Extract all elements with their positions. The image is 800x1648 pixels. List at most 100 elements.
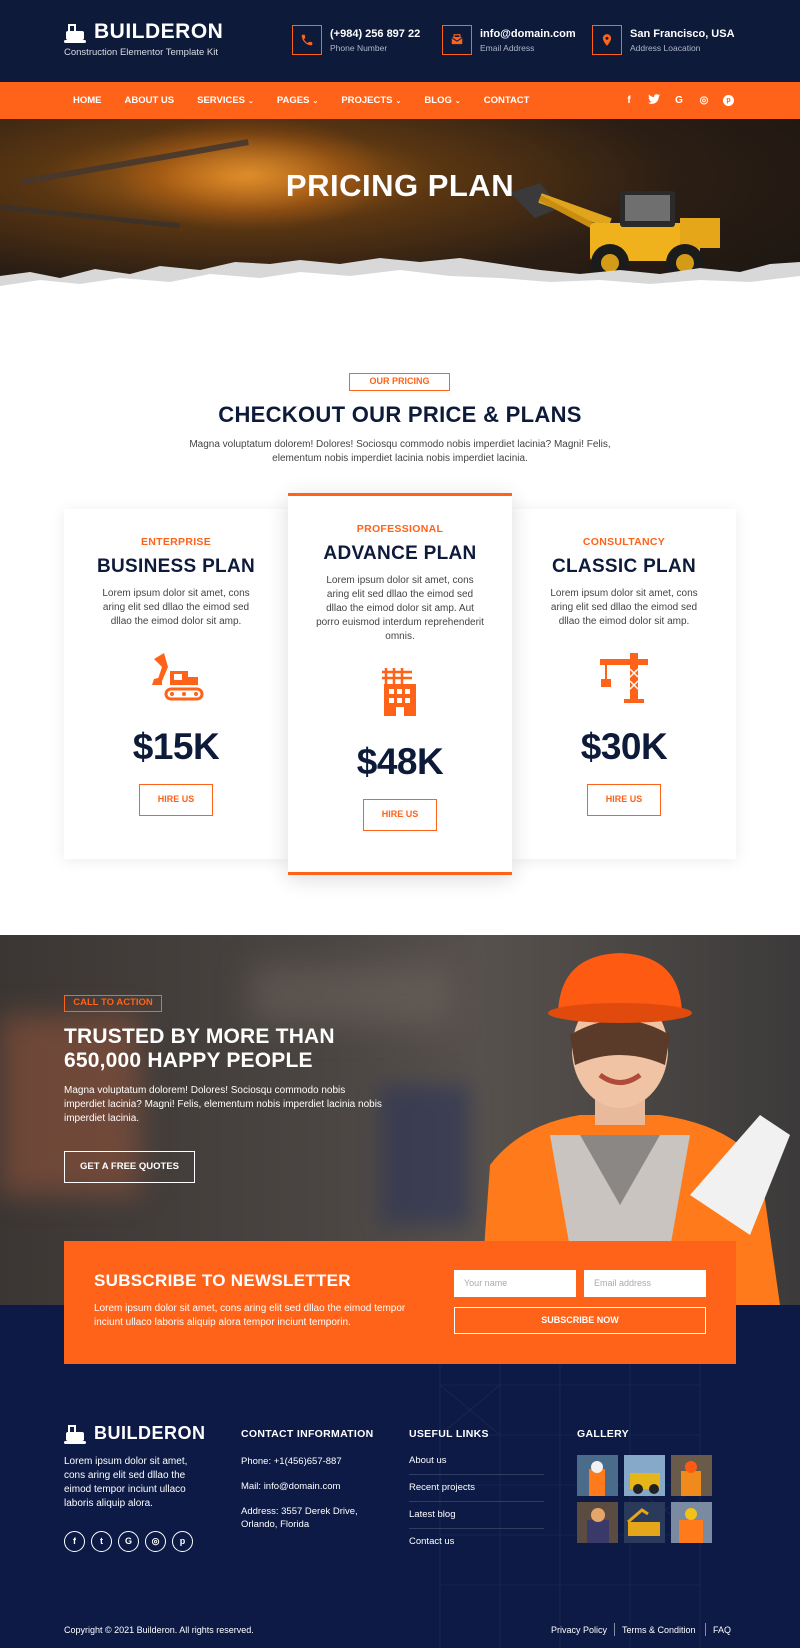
newsletter-title: SUBSCRIBE TO NEWSLETTER xyxy=(94,1271,351,1290)
facebook-icon[interactable]: f xyxy=(623,95,635,106)
nav-item-blog[interactable]: BLOG ⌄ xyxy=(424,95,460,106)
location-pin-icon xyxy=(592,25,622,55)
hire-us-button[interactable]: HIRE US xyxy=(139,784,213,816)
page-title: PRICING PLAN xyxy=(285,168,515,203)
chevron-down-icon: ⌄ xyxy=(248,98,254,105)
footer-mail[interactable]: Mail: info@domain.com xyxy=(241,1480,371,1493)
brand-tagline: Construction Elementor Template Kit xyxy=(64,47,219,58)
gallery-image[interactable] xyxy=(671,1502,712,1543)
plan-price: $30K xyxy=(580,726,668,767)
plan-category: ENTERPRISE xyxy=(140,536,212,548)
instagram-icon[interactable]: ◎ xyxy=(698,95,710,106)
gallery-heading: GALLERY xyxy=(577,1428,629,1440)
pinterest-icon[interactable]: p xyxy=(723,95,734,106)
plan-description: Lorem ipsum dolor sit amet, cons aring e… xyxy=(316,575,484,642)
newsletter-description: Lorem ipsum dolor sit amet, cons aring e… xyxy=(94,1303,406,1328)
nav-item-projects[interactable]: PROJECTS ⌄ xyxy=(341,95,401,106)
building-construction-icon xyxy=(382,668,416,716)
newsletter-box: SUBSCRIBE TO NEWSLETTER Lorem ipsum dolo… xyxy=(64,1241,736,1364)
footer-link-projects[interactable]: Recent projects xyxy=(409,1482,544,1502)
excavator-logo-icon xyxy=(64,21,88,43)
gallery-image[interactable] xyxy=(577,1502,618,1543)
footer-address: Address: 3557 Derek Drive, Orlando, Flor… xyxy=(241,1506,358,1530)
plan-category: PROFESSIONAL xyxy=(356,523,444,535)
newsletter-email-input[interactable]: Email address xyxy=(584,1270,706,1297)
gallery-image[interactable] xyxy=(671,1455,712,1496)
top-header: BUILDERON Construction Elementor Templat… xyxy=(0,0,800,82)
email-label: Email Address xyxy=(480,42,535,53)
footer-link-contact[interactable]: Contact us xyxy=(409,1536,544,1555)
cta-description: Magna voluptatum dolorem! Dolores! Socio… xyxy=(64,1085,382,1124)
nav-item-services[interactable]: SERVICES ⌄ xyxy=(197,95,254,106)
gallery-image[interactable] xyxy=(577,1455,618,1496)
plan-description: Lorem ipsum dolor sit amet, cons aring e… xyxy=(102,588,250,627)
cta-title: TRUSTED BY MORE THAN 650,000 HAPPY PEOPL… xyxy=(64,1025,335,1072)
location-label: Address Loacation xyxy=(630,42,701,53)
section-title: CHECKOUT OUR PRICE & PLANS xyxy=(218,402,582,427)
phone-icon xyxy=(292,25,322,55)
twitter-icon[interactable] xyxy=(648,94,660,107)
copyright-text: Copyright © 2021 Builderon. All rights r… xyxy=(64,1625,254,1635)
footer-social-links: f t G ◎ p xyxy=(64,1531,199,1552)
get-quote-button[interactable]: GET A FREE QUOTES xyxy=(64,1151,195,1183)
main-nav: HOME ABOUT US SERVICES ⌄ PAGES ⌄ PROJECTS ⌄… xyxy=(0,82,800,119)
phone-label: Phone Number xyxy=(330,42,388,53)
google-icon[interactable]: G xyxy=(673,95,685,106)
excavator-logo-icon xyxy=(64,1422,88,1444)
section-tag: OUR PRICING xyxy=(349,373,450,391)
excavator-icon xyxy=(152,653,204,701)
footer-link-about[interactable]: About us xyxy=(409,1455,544,1475)
hero-banner: PRICING PLAN xyxy=(0,119,800,314)
section-description: Magna voluptatum dolorem! Dolores! Socio… xyxy=(189,439,611,464)
chevron-down-icon: ⌄ xyxy=(395,98,402,105)
plan-price: $48K xyxy=(356,741,444,782)
footer-link-blog[interactable]: Latest blog xyxy=(409,1509,544,1529)
plan-title: CLASSIC PLAN xyxy=(552,556,696,577)
google-icon[interactable]: G xyxy=(118,1531,139,1552)
pricing-card-enterprise: ENTERPRISE BUSINESS PLAN Lorem ipsum dol… xyxy=(64,509,288,859)
facebook-icon[interactable]: f xyxy=(64,1531,85,1552)
plan-category: CONSULTANCY xyxy=(582,536,666,548)
hire-us-button[interactable]: HIRE US xyxy=(363,799,437,831)
nav-social-links: f G ◎ p xyxy=(610,82,734,119)
pricing-card-consultancy: CONSULTANCY CLASSIC PLAN Lorem ipsum dol… xyxy=(512,509,736,859)
newsletter-name-input[interactable]: Your name xyxy=(454,1270,576,1297)
cta-tag: CALL TO ACTION xyxy=(64,995,162,1012)
email-address: info@domain.com xyxy=(480,27,576,40)
location-contact[interactable]: San Francisco, USA Address Loacation xyxy=(592,25,735,55)
logo[interactable]: BUILDERON Construction Elementor Templat… xyxy=(64,20,223,58)
nav-item-home[interactable]: HOME xyxy=(73,95,102,106)
chevron-down-icon: ⌄ xyxy=(312,98,319,105)
pricing-card-professional: PROFESSIONAL ADVANCE PLAN Lorem ipsum do… xyxy=(288,493,512,875)
brand-name: BUILDERON xyxy=(94,20,224,43)
pinterest-icon[interactable]: p xyxy=(172,1531,193,1552)
phone-contact[interactable]: (+984) 256 897 22 Phone Number xyxy=(292,25,420,55)
terms-link[interactable]: Terms & Condition xyxy=(622,1625,696,1635)
footer-phone: Phone: +1(456)657-887 xyxy=(241,1456,342,1467)
email-contact[interactable]: info@domain.com Email Address xyxy=(442,25,576,55)
contact-heading: CONTACT INFORMATION xyxy=(241,1428,374,1440)
plan-title: ADVANCE PLAN xyxy=(323,543,477,564)
nav-item-about-us[interactable]: ABOUT US xyxy=(125,95,175,106)
twitter-icon[interactable]: t xyxy=(91,1531,112,1552)
nav-item-contact[interactable]: CONTACT xyxy=(484,95,530,106)
hire-us-button[interactable]: HIRE US xyxy=(587,784,661,816)
plan-title: BUSINESS PLAN xyxy=(96,556,256,577)
chevron-down-icon: ⌄ xyxy=(454,98,461,105)
phone-number: (+984) 256 897 22 xyxy=(330,27,421,40)
gallery-image[interactable] xyxy=(624,1502,665,1543)
mail-icon xyxy=(442,25,472,55)
footer-logo[interactable]: BUILDERON xyxy=(64,1422,206,1444)
plan-description: Lorem ipsum dolor sit amet, cons aring e… xyxy=(550,588,698,627)
nav-item-pages[interactable]: PAGES ⌄ xyxy=(277,95,318,106)
gallery-image[interactable] xyxy=(624,1455,665,1496)
tower-crane-icon xyxy=(600,653,648,703)
useful-links-heading: USEFUL LINKS xyxy=(409,1428,489,1440)
plan-price: $15K xyxy=(132,726,220,767)
privacy-policy-link[interactable]: Privacy Policy xyxy=(551,1625,607,1635)
footer-brand-name: BUILDERON xyxy=(94,1422,206,1443)
location-value: San Francisco, USA xyxy=(630,27,735,40)
instagram-icon[interactable]: ◎ xyxy=(145,1531,166,1552)
faq-link[interactable]: FAQ xyxy=(713,1625,731,1635)
subscribe-button[interactable]: SUBSCRIBE NOW xyxy=(454,1307,706,1334)
